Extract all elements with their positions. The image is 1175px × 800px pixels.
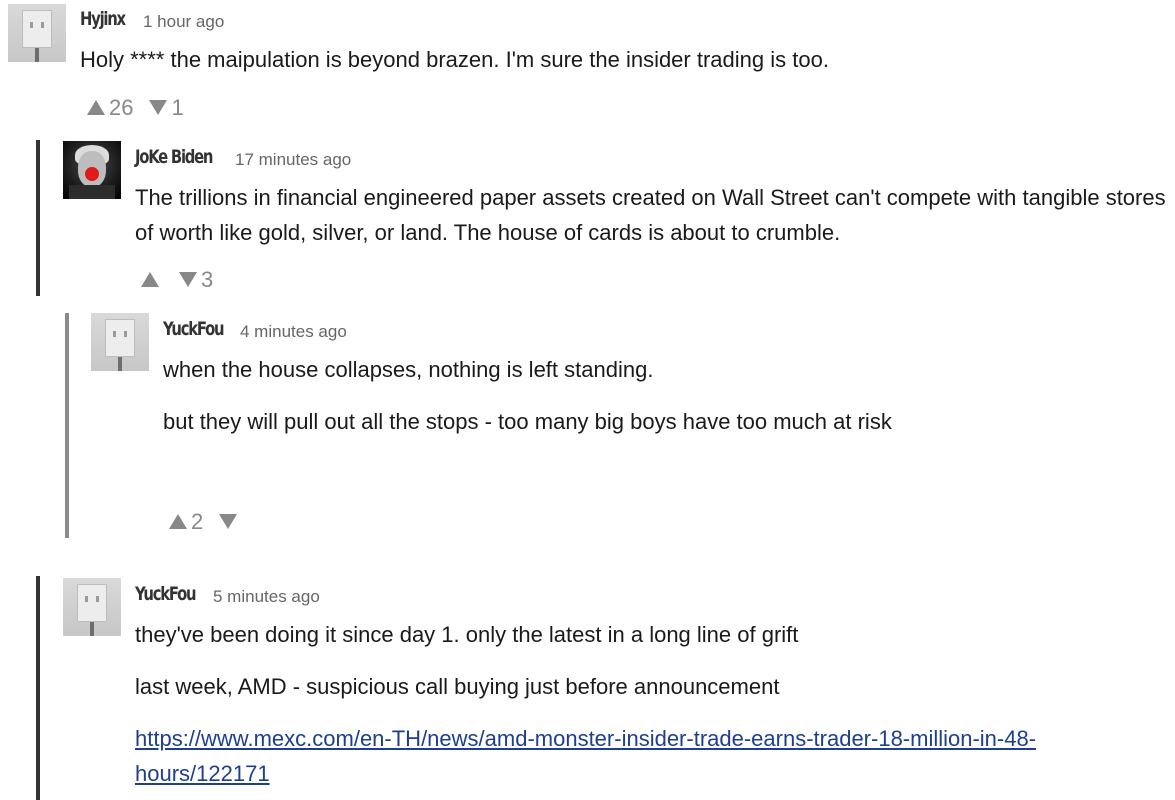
down-arrow-icon <box>219 513 238 529</box>
comment-username[interactable]: JoKe Biden <box>135 146 213 168</box>
box-head-avatar[interactable] <box>63 578 121 636</box>
comment-body: when the house collapses, nothing is lef… <box>163 352 1153 439</box>
downvote-button[interactable]: 1 <box>149 95 184 121</box>
up-arrow-icon <box>141 271 159 287</box>
comment-username[interactable]: YuckFou <box>163 318 225 340</box>
clown-nose-avatar[interactable] <box>63 141 121 199</box>
comment-username[interactable]: YuckFou <box>135 583 197 605</box>
upvote-count: 2 <box>191 509 204 534</box>
external-link[interactable]: https://www.mexc.com/en-TH/news/amd-mons… <box>135 726 1036 786</box>
comment-body: they've been doing it since day 1. only … <box>135 617 1135 791</box>
thread-bar <box>36 576 40 800</box>
comment-paragraph: The trillions in financial engineered pa… <box>135 185 1166 245</box>
comment-body: The trillions in financial engineered pa… <box>135 180 1170 250</box>
vote-bar: 3 <box>141 267 229 293</box>
up-arrow-icon <box>169 513 187 529</box>
thread-bar <box>36 140 40 296</box>
upvote-count: 26 <box>109 95 134 120</box>
comment-body: Holy **** the maipulation is beyond braz… <box>80 42 1160 77</box>
comment-timestamp[interactable]: 17 minutes ago <box>235 150 351 170</box>
box-head-avatar[interactable] <box>8 4 66 62</box>
comment-paragraph: Holy **** the maipulation is beyond braz… <box>80 47 829 72</box>
comment-username[interactable]: Hyjinx <box>80 8 126 30</box>
vote-bar: 26 1 <box>87 95 200 121</box>
comment-timestamp[interactable]: 5 minutes ago <box>213 587 320 607</box>
upvote-button[interactable] <box>141 267 163 293</box>
upvote-button[interactable]: 26 <box>87 95 133 121</box>
comment-paragraph: last week, AMD - suspicious call buying … <box>135 674 780 699</box>
comment-timestamp[interactable]: 1 hour ago <box>143 12 224 32</box>
downvote-button[interactable] <box>219 509 241 535</box>
downvote-count: 3 <box>201 267 214 292</box>
thread-bar <box>65 313 69 538</box>
comment-paragraph: but they will pull out all the stops - t… <box>163 409 892 434</box>
comment-link-paragraph: https://www.mexc.com/en-TH/news/amd-mons… <box>135 721 1135 791</box>
up-arrow-icon <box>87 99 105 115</box>
box-head-avatar[interactable] <box>91 313 149 371</box>
comment-timestamp[interactable]: 4 minutes ago <box>240 322 347 342</box>
upvote-button[interactable]: 2 <box>169 509 203 535</box>
downvote-count: 1 <box>171 95 184 120</box>
comment-paragraph: they've been doing it since day 1. only … <box>135 622 799 647</box>
comment-paragraph: when the house collapses, nothing is lef… <box>163 357 654 382</box>
downvote-button[interactable]: 3 <box>179 267 213 293</box>
down-arrow-icon <box>149 99 168 115</box>
vote-bar: 2 <box>169 509 257 535</box>
down-arrow-icon <box>179 271 197 287</box>
